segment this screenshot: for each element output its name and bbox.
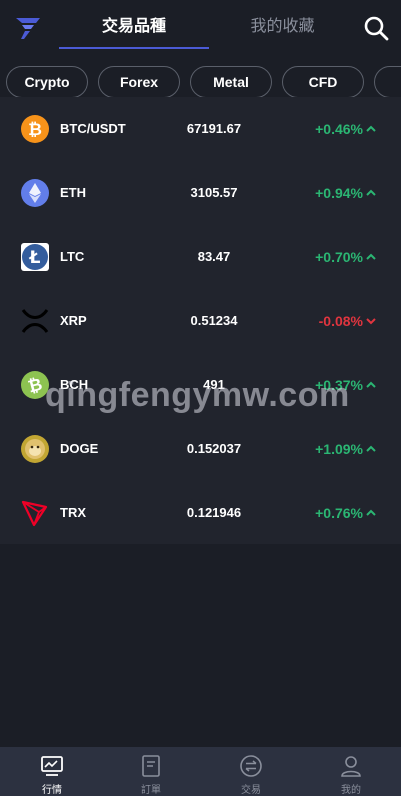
- brand-logo-icon: [16, 18, 40, 39]
- market-symbol: ETH: [60, 185, 86, 200]
- nav-label: 我的: [341, 785, 361, 796]
- market-change: +0.76%: [315, 505, 363, 521]
- ethereum-icon: [21, 179, 49, 207]
- market-change: -0.08%: [318, 313, 363, 329]
- trade-exchange-icon: [240, 755, 262, 777]
- market-price: 3105.57: [190, 185, 238, 200]
- svg-text:₿: ₿: [28, 120, 42, 140]
- tab-my-favorites[interactable]: 我的收藏: [210, 0, 355, 50]
- search-icon[interactable]: [362, 14, 390, 42]
- market-price: 0.121946: [186, 505, 242, 520]
- chevron-down-icon: [366, 318, 376, 325]
- nav-label: 行情: [42, 785, 62, 796]
- market-row[interactable]: Ł LTC 83.47 +0.70%: [0, 225, 401, 289]
- market-change: +0.94%: [315, 185, 363, 201]
- category-chip-forex[interactable]: Forex: [98, 66, 180, 98]
- market-symbol: XRP: [60, 313, 87, 328]
- chevron-up-icon: [366, 189, 376, 196]
- market-row[interactable]: XRP 0.51234 -0.08%: [0, 289, 401, 353]
- category-chip-metal[interactable]: Metal: [190, 66, 272, 98]
- tron-icon: [21, 500, 48, 527]
- category-filter-bar: Crypto Forex Metal CFD: [0, 64, 401, 100]
- litecoin-icon: Ł: [21, 243, 49, 271]
- nav-item-orders[interactable]: 訂單: [101, 747, 201, 796]
- chevron-up-icon: [366, 445, 376, 452]
- nav-label: 交易: [241, 785, 261, 796]
- xrp-icon: [21, 309, 49, 333]
- market-row[interactable]: TRX 0.121946 +0.76%: [0, 481, 401, 545]
- market-change: +1.09%: [315, 441, 363, 457]
- market-row[interactable]: DOGE 0.152037 +1.09%: [0, 417, 401, 481]
- market-chart-icon: [41, 756, 63, 776]
- chevron-up-icon: [366, 509, 376, 516]
- chevron-up-icon: [366, 253, 376, 260]
- watermark-text: qingfengymw.com: [45, 376, 350, 414]
- market-list: ₿ BTC/USDT 67191.67 +0.46% ETH 3105.57 +…: [0, 97, 401, 544]
- market-symbol: TRX: [60, 505, 86, 520]
- chevron-up-icon: [366, 381, 376, 388]
- category-chip-crypto[interactable]: Crypto: [6, 66, 88, 98]
- market-price: 67191.67: [186, 121, 242, 136]
- dogecoin-icon: [21, 435, 49, 463]
- market-price: 0.51234: [190, 313, 238, 328]
- tab-trading-products[interactable]: 交易品種: [59, 0, 209, 50]
- top-header: 交易品種 我的收藏: [0, 0, 401, 54]
- market-symbol: DOGE: [60, 441, 99, 456]
- nav-label: 訂單: [141, 785, 161, 796]
- nav-item-profile[interactable]: 我的: [301, 747, 401, 796]
- bottom-navigation: 行情 訂單 交易 我的: [0, 747, 401, 796]
- market-row[interactable]: ₿ BTC/USDT 67191.67 +0.46%: [0, 97, 401, 161]
- market-price: 0.152037: [186, 441, 242, 456]
- bitcoin-icon: ₿: [21, 115, 49, 143]
- nav-item-trade[interactable]: 交易: [201, 747, 301, 796]
- order-document-icon: [142, 755, 160, 777]
- profile-user-icon: [341, 756, 361, 777]
- market-change: +0.46%: [315, 121, 363, 137]
- active-tab-underline: [59, 47, 209, 49]
- chevron-up-icon: [366, 125, 376, 132]
- market-price: 83.47: [197, 249, 231, 264]
- nav-item-market[interactable]: 行情: [2, 747, 102, 796]
- svg-text:Ł: Ł: [29, 248, 41, 268]
- market-symbol: LTC: [60, 249, 85, 264]
- market-change: +0.70%: [315, 249, 363, 265]
- category-chip-more[interactable]: [374, 66, 401, 98]
- market-symbol: BTC/USDT: [60, 121, 126, 136]
- category-chip-cfd[interactable]: CFD: [282, 66, 364, 98]
- market-row[interactable]: ETH 3105.57 +0.94%: [0, 161, 401, 225]
